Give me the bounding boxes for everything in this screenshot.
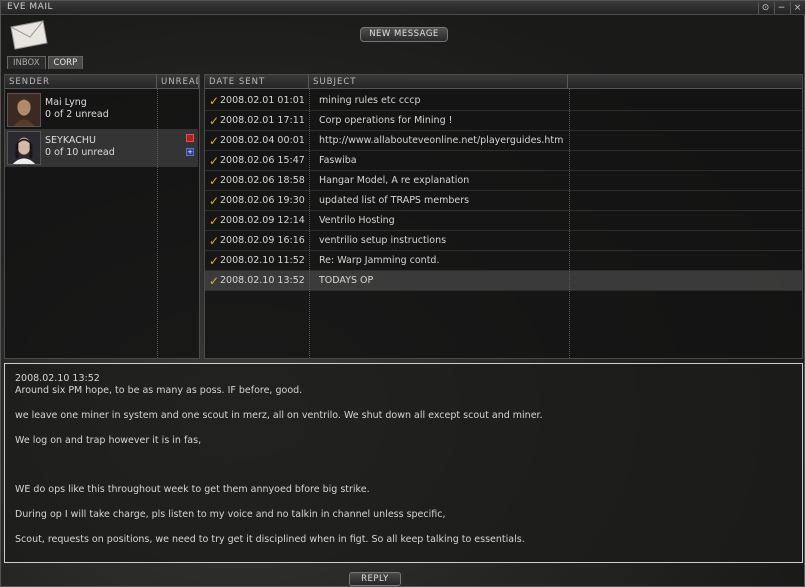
sender-list-header: SENDER UNREAD: [5, 75, 199, 89]
message-date-sent: 2008.02.09 16:16: [220, 235, 305, 246]
message-subject: ventrilio setup instructions: [319, 235, 447, 246]
read-check-icon: ✓: [209, 214, 220, 228]
read-check-icon: ✓: [209, 254, 220, 268]
sender-list: SENDER UNREAD Mai Lyng 0 of 2 unread SEY…: [4, 74, 200, 359]
reply-button[interactable]: REPLY: [349, 572, 401, 586]
message-date-sent: 2008.02.01 17:11: [220, 115, 305, 126]
message-row[interactable]: ✓ 2008.02.06 15:47 Faswiba: [205, 151, 802, 171]
read-check-icon: ✓: [209, 114, 220, 128]
message-date-sent: 2008.02.06 19:30: [220, 195, 305, 206]
message-row[interactable]: ✓ 2008.02.06 18:58 Hangar Model, A re expl…: [205, 171, 802, 191]
close-icon[interactable]: ×: [790, 2, 804, 14]
plus-icon[interactable]: +: [186, 148, 194, 156]
message-body[interactable]: 2008.02.10 13:52 Around six PM hope, to …: [4, 363, 803, 563]
message-row[interactable]: ✓ 2008.02.10 11:52 Re: Warp Jamming contd.: [205, 251, 802, 271]
sender-row[interactable]: Mai Lyng 0 of 2 unread: [5, 91, 198, 129]
column-date-sent[interactable]: DATE SENT: [205, 75, 309, 89]
message-subject: Ventrilo Hosting: [319, 215, 395, 226]
sender-name: SEYKACHU: [45, 135, 96, 146]
message-date: 2008.02.10 13:52: [15, 373, 100, 384]
message-row[interactable]: ✓ 2008.02.01 01:01 mining rules etc cccp: [205, 91, 802, 111]
read-check-icon: ✓: [209, 154, 220, 168]
column-unread[interactable]: UNREAD: [157, 75, 199, 89]
message-row[interactable]: ✓ 2008.02.04 00:01 http://www.allabouteveo…: [205, 131, 802, 151]
read-check-icon: ✓: [209, 174, 220, 188]
avatar: [7, 131, 41, 165]
new-message-button[interactable]: NEW MESSAGE: [360, 27, 448, 42]
sender-unread-count: 0 of 2 unread: [45, 109, 109, 120]
window-controls: ⊙ − ×: [758, 2, 804, 14]
message-date-sent: 2008.02.10 11:52: [220, 255, 305, 266]
message-date-sent: 2008.02.09 12:14: [220, 215, 305, 226]
message-date-sent: 2008.02.04 00:01: [220, 135, 305, 146]
message-line: Scout, requests on positions, we need to…: [15, 534, 525, 545]
message-row[interactable]: ✓ 2008.02.10 13:52 TODAYS OP: [205, 271, 802, 291]
read-check-icon: ✓: [209, 234, 220, 248]
message-subject: mining rules etc cccp: [319, 95, 421, 106]
message-subject: updated list of TRAPS members: [319, 195, 470, 206]
message-subject: http://www.allabouteveonline.net/playerg…: [319, 135, 564, 146]
tab-inbox[interactable]: INBOX: [7, 56, 46, 69]
message-subject: Corp operations for Mining !: [319, 115, 453, 126]
read-check-icon: ✓: [209, 194, 220, 208]
message-line: we leave one miner in system and one sco…: [15, 410, 543, 421]
message-list-header: DATE SENT SUBJECT: [205, 75, 802, 89]
message-line: Around six PM hope, to be as many as pos…: [15, 385, 303, 396]
read-check-icon: ✓: [209, 274, 220, 288]
message-date-sent: 2008.02.06 15:47: [220, 155, 305, 166]
read-check-icon: ✓: [209, 94, 220, 108]
message-row[interactable]: ✓ 2008.02.01 17:11 Corp operations for Min…: [205, 111, 802, 131]
window-title: EVE MAIL: [7, 2, 53, 12]
message-date-sent: 2008.02.01 01:01: [220, 95, 305, 106]
message-line: WE do ops like this throughout week to g…: [15, 484, 370, 495]
message-subject: TODAYS OP: [319, 275, 374, 286]
avatar: [7, 93, 41, 127]
settings-icon[interactable]: ⊙: [758, 2, 772, 14]
message-subject: Re: Warp Jamming contd.: [319, 255, 440, 266]
flag-icon[interactable]: [186, 134, 194, 142]
folder-tabs: INBOX CORP: [7, 56, 84, 69]
column-sender[interactable]: SENDER: [5, 75, 157, 89]
read-check-icon: ✓: [209, 134, 220, 148]
message-row[interactable]: ✓ 2008.02.09 12:14 Ventrilo Hosting: [205, 211, 802, 231]
message-line: During op I will take charge, pls listen…: [15, 509, 446, 520]
envelope-icon: [10, 20, 48, 50]
column-subject[interactable]: SUBJECT: [309, 75, 568, 89]
message-list: DATE SENT SUBJECT ✓ 2008.02.01 01:01 minin…: [204, 74, 803, 359]
message-date-sent: 2008.02.06 18:58: [220, 175, 305, 186]
minimize-icon[interactable]: −: [774, 2, 788, 14]
title-bar[interactable]: EVE MAIL ⊙ − ×: [1, 1, 805, 15]
message-date-sent: 2008.02.10 13:52: [220, 275, 305, 286]
message-subject: Faswiba: [319, 155, 357, 166]
sender-unread-count: 0 of 10 unread: [45, 147, 115, 158]
message-row[interactable]: ✓ 2008.02.06 19:30 updated list of TRAPS m…: [205, 191, 802, 211]
sender-name: Mai Lyng: [45, 97, 87, 108]
tab-corp[interactable]: CORP: [47, 56, 84, 69]
message-line: We log on and trap however it is in fas,: [15, 435, 202, 446]
message-subject: Hangar Model, A re explanation: [319, 175, 470, 186]
sender-row[interactable]: SEYKACHU 0 of 10 unread +: [5, 129, 198, 167]
message-row[interactable]: ✓ 2008.02.09 16:16 ventrilio setup instruc…: [205, 231, 802, 251]
eve-mail-window: EVE MAIL ⊙ − × INBOX CORP NEW MESSAGE SE…: [0, 0, 805, 587]
